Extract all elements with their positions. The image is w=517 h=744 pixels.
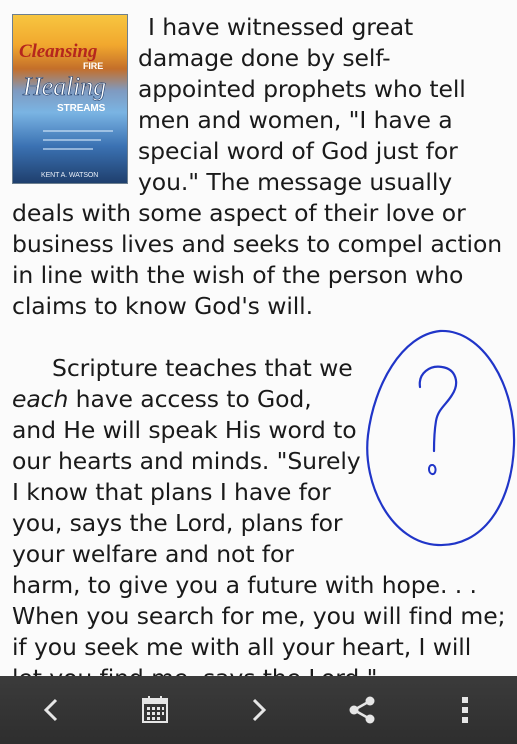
chevron-right-icon [253, 698, 267, 722]
book-cover-art: Cleansing FIRE Healing STREAMS KENT A. W… [19, 41, 113, 179]
cover-author: KENT A. WATSON [41, 172, 98, 179]
cover-title-fire: FIRE [83, 61, 103, 71]
paragraph-1: Cleansing FIRE Healing STREAMS KENT A. W… [12, 12, 508, 322]
share-icon [349, 696, 375, 724]
handwritten-question-annotation [366, 329, 516, 547]
overflow-menu-icon [462, 697, 469, 723]
cover-title-cleansing: Cleansing [19, 41, 97, 62]
overflow-menu-button[interactable] [435, 680, 495, 740]
calendar-icon [142, 696, 169, 723]
next-button[interactable] [228, 680, 288, 740]
paragraph-2-intro: Scripture teaches that we [52, 354, 353, 382]
calendar-button[interactable] [125, 680, 185, 740]
paragraph-2-emphasis: each [12, 385, 69, 413]
cover-title-healing: Healing [22, 72, 106, 101]
share-button[interactable] [332, 680, 392, 740]
cover-title-streams: STREAMS [57, 103, 106, 114]
chevron-left-icon [43, 698, 57, 722]
bottom-toolbar [0, 676, 517, 744]
previous-button[interactable] [22, 680, 82, 740]
reader-content[interactable]: Cleansing FIRE Healing STREAMS KENT A. W… [0, 0, 517, 676]
book-cover-image: Cleansing FIRE Healing STREAMS KENT A. W… [12, 14, 128, 184]
